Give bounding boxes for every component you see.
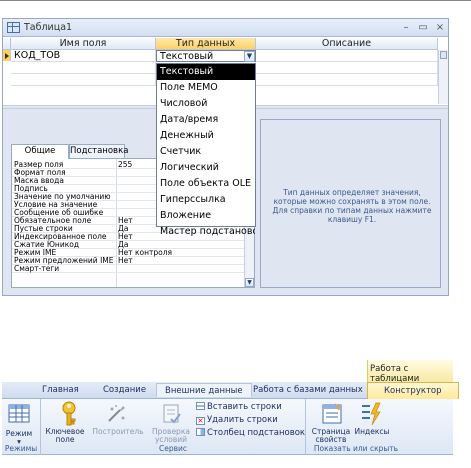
empty-cell[interactable] [11, 62, 156, 74]
ribbon-body: Режим ▾ Режимы Ключевое поле Построитель… [2, 399, 453, 455]
description-cell[interactable] [256, 50, 438, 62]
option-counter[interactable]: Счетчик [157, 144, 255, 160]
empty-cell[interactable] [256, 62, 438, 74]
tab-designer[interactable]: Конструктор [367, 382, 459, 399]
header-data-type: Тип данных [156, 38, 256, 50]
header-field-name: Имя поля [11, 38, 156, 50]
tab-general[interactable]: Общие [11, 144, 69, 159]
key-field-button[interactable]: Ключевое поле [42, 428, 88, 444]
ribbon: Работа с таблицами Главная Создание Внеш… [2, 360, 459, 455]
indexes-button[interactable]: Индексы [354, 428, 390, 436]
group-service-label: Сервис [158, 444, 188, 453]
delete-rows-icon: × [196, 416, 205, 425]
indexes-icon [360, 402, 382, 429]
chevron-down-icon[interactable]: ▼ [244, 51, 255, 62]
grid-scrollbar[interactable] [438, 50, 448, 104]
delete-rows-button[interactable]: × Удалить строки [196, 415, 278, 425]
lookup-column-label: Столбец подстановок [207, 428, 306, 438]
minimize-button[interactable]: – [399, 21, 413, 34]
test-rules-icon [162, 403, 182, 428]
test-rules-button[interactable]: Проверка условий [148, 428, 194, 444]
option-datetime[interactable]: Дата/время [157, 112, 255, 128]
lookup-column-button[interactable]: Столбец подстановок [196, 428, 305, 438]
ribbon-tabs: Главная Создание Внешние данные Работа с… [2, 382, 459, 399]
table-icon [7, 22, 20, 33]
group-modes-label: Режимы [4, 444, 38, 453]
tab-database-tools[interactable]: Работа с базами данных [253, 385, 363, 395]
tab-create[interactable]: Создание [103, 385, 146, 395]
help-text: Тип данных определяет значения, которые … [272, 188, 432, 224]
header-description: Описание [256, 38, 438, 50]
window-title-bar: Таблица1 – ▭ × [3, 19, 448, 37]
option-ole[interactable]: Поле объекта OLE [157, 176, 255, 192]
property-row[interactable]: Смарт-теги [12, 264, 244, 273]
data-type-combo[interactable]: Текстовый [156, 50, 256, 62]
option-memo[interactable]: Поле MEMO [157, 80, 255, 96]
tab-home[interactable]: Главная [42, 385, 79, 395]
group-show-hide-label: Показать или скрыть [313, 444, 399, 453]
tab-lookup[interactable]: Подстановка [69, 144, 128, 158]
window-title: Таблица1 [24, 22, 73, 33]
option-currency[interactable]: Денежный [157, 128, 255, 144]
property-value[interactable]: Нет [118, 256, 242, 265]
view-icon [8, 403, 30, 428]
option-text[interactable]: Текстовый [157, 64, 255, 80]
property-name: Смарт-теги [14, 264, 60, 273]
delete-rows-label: Удалить строки [207, 415, 278, 425]
option-attachment[interactable]: Вложение [157, 208, 255, 224]
field-name-cell[interactable]: КОД_ТОВ [11, 50, 156, 62]
top-border [0, 0, 471, 1]
current-row-indicator[interactable] [3, 50, 11, 61]
insert-rows-label: Вставить строки [207, 402, 282, 412]
insert-rows-button[interactable]: Вставить строки [196, 402, 282, 412]
close-button[interactable]: × [433, 21, 447, 34]
insert-rows-icon [196, 402, 205, 410]
builder-icon [106, 404, 128, 427]
restore-button[interactable]: ▭ [416, 21, 430, 34]
option-lookup-wizard[interactable]: Мастер подстановок... [157, 224, 255, 240]
option-number[interactable]: Числовой [157, 96, 255, 112]
chevron-down-icon[interactable]: ▼ [245, 278, 254, 287]
property-sheet-button[interactable]: Страница свойств [308, 428, 354, 444]
group-separator [40, 399, 41, 455]
empty-cell[interactable] [11, 74, 156, 86]
option-hyperlink[interactable]: Гиперссылка [157, 192, 255, 208]
tab-external-data[interactable]: Внешние данные [156, 383, 252, 397]
scroll-thumb[interactable] [440, 51, 447, 59]
lookup-column-icon [196, 428, 205, 436]
data-type-dropdown[interactable]: Текстовый Поле MEMO Числовой Дата/время … [156, 63, 256, 237]
builder-button[interactable]: Построитель [92, 428, 144, 436]
help-panel: Тип данных определяет значения, которые … [260, 119, 441, 288]
context-title: Работа с таблицами [370, 364, 420, 384]
key-icon [60, 401, 78, 430]
table-design-window: Таблица1 – ▭ × Имя поля Тип данных Описа… [2, 18, 449, 296]
property-sheet-icon [321, 402, 345, 429]
empty-cell[interactable] [256, 74, 438, 86]
option-boolean[interactable]: Логический [157, 160, 255, 176]
row-selector-header [3, 38, 11, 50]
